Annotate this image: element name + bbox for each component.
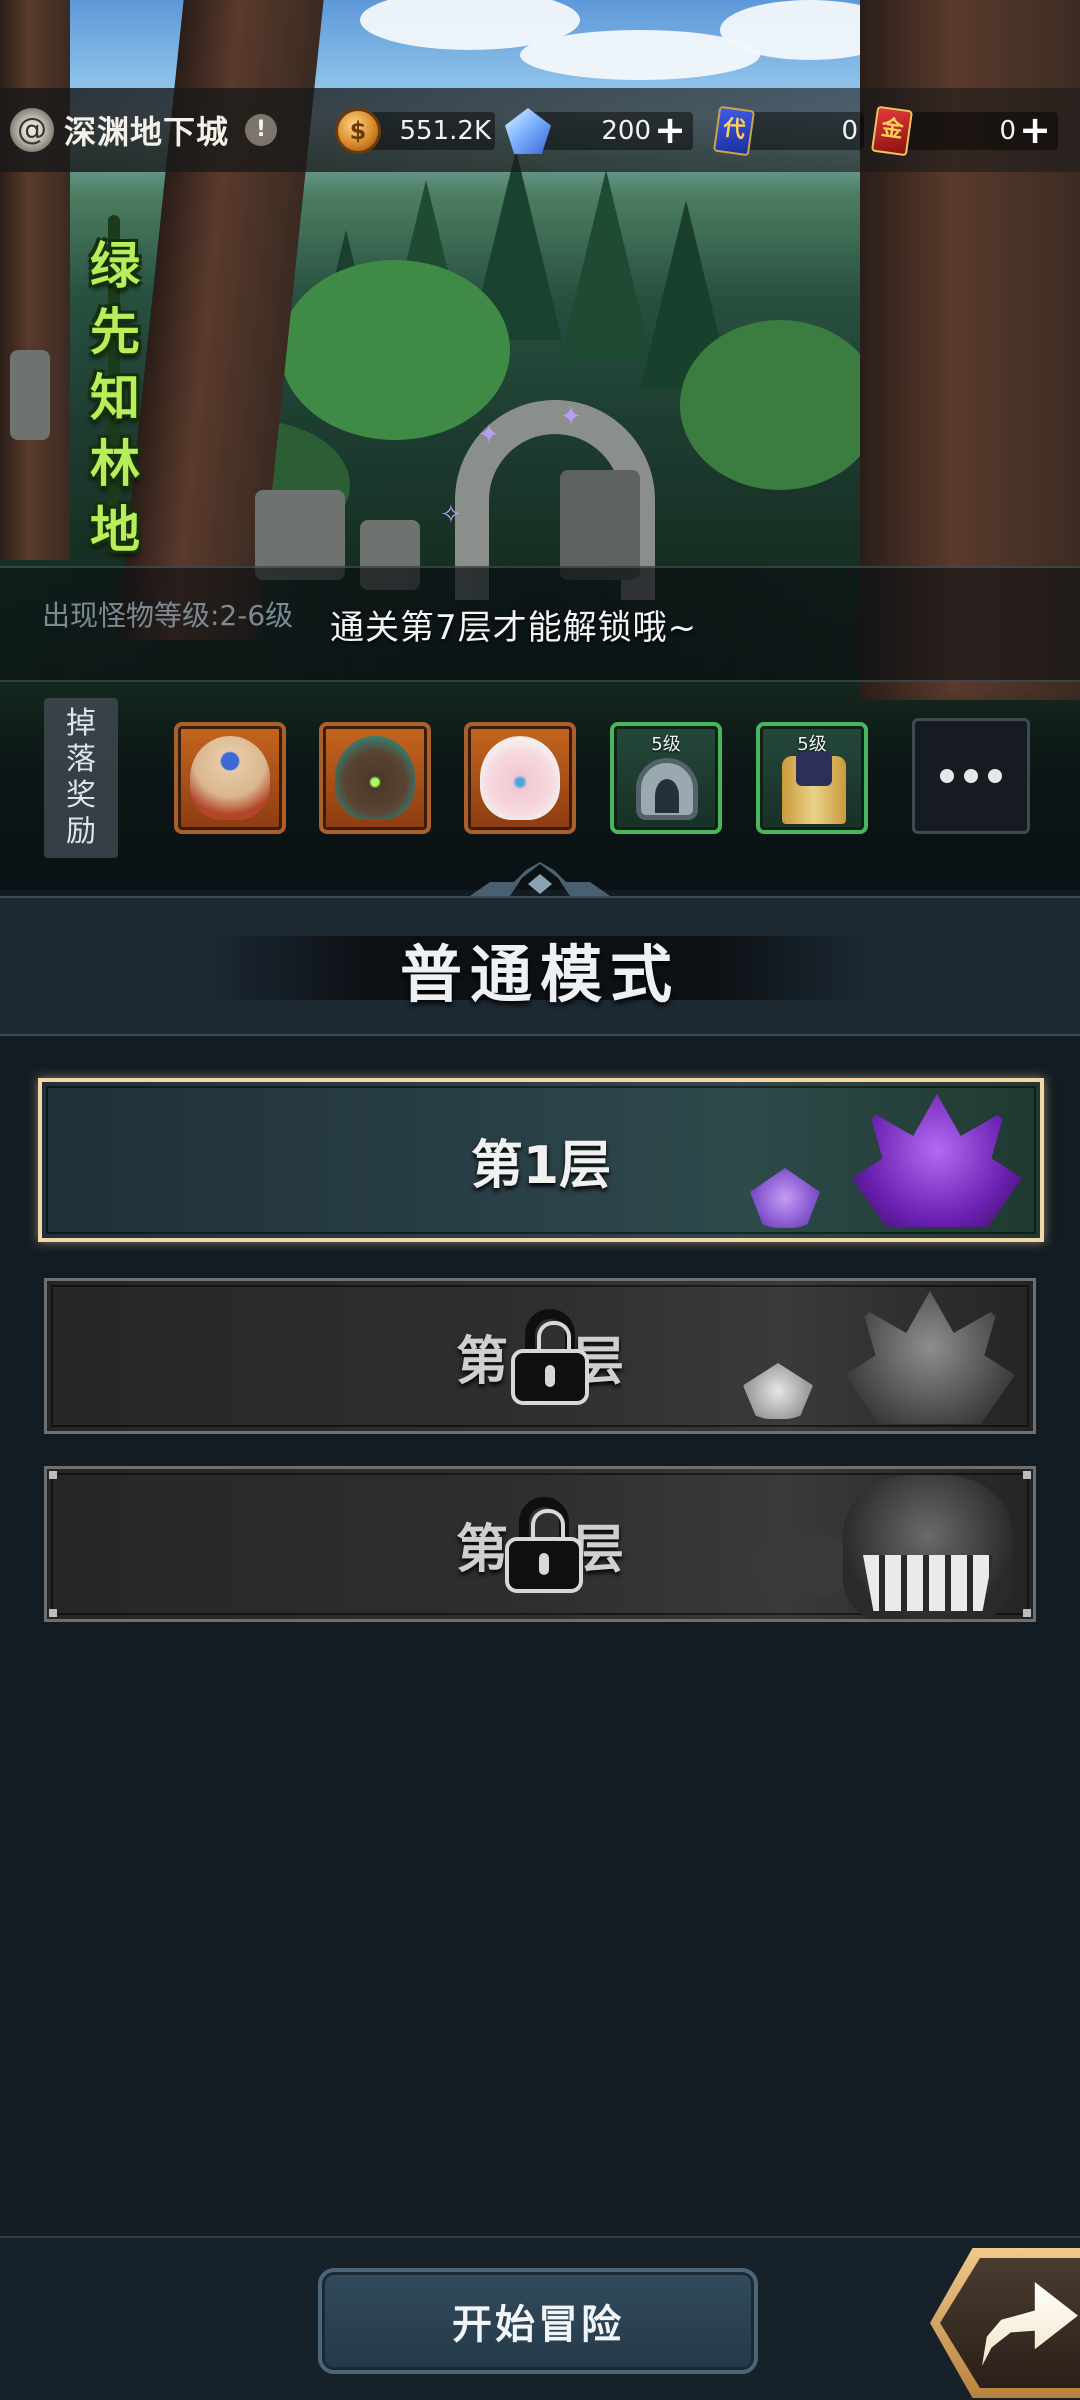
item-level-label: 5级 xyxy=(651,734,681,755)
more-dots-icon xyxy=(940,769,954,783)
reward-equipment-robe[interactable]: 5级 xyxy=(756,722,868,834)
stage-title: 绿 先 知 林 地 xyxy=(60,215,170,559)
lock-icon xyxy=(505,1497,583,1593)
add-red-ticket-button[interactable]: + xyxy=(1018,111,1052,149)
unlock-tip-toast: 通关第7层才能解锁哦~ xyxy=(330,608,698,648)
reward-hero-2[interactable] xyxy=(319,722,431,834)
map-name-group[interactable]: 深渊地下城 ! xyxy=(10,108,278,152)
more-rewards-button[interactable] xyxy=(912,718,1030,834)
exclamation-icon[interactable]: ! xyxy=(245,114,278,146)
diamond-counter: 200 + xyxy=(505,108,695,154)
floor-3-button[interactable]: 第 层 xyxy=(44,1466,1036,1622)
gold-value: 551.2K xyxy=(399,116,491,146)
hood-equipment-icon xyxy=(636,758,698,820)
hero-portrait-icon xyxy=(480,736,560,820)
dungeon-swirl-icon xyxy=(10,108,54,152)
blue-ticket-value: 0 xyxy=(841,116,858,146)
robe-equipment-icon xyxy=(782,752,846,824)
red-ticket-value: 0 xyxy=(999,116,1016,146)
share-button[interactable] xyxy=(930,2248,1080,2398)
start-adventure-label: 开始冒险 xyxy=(452,2302,624,2348)
monster-level-text: 出现怪物等级:2-6级 xyxy=(42,599,294,632)
floor-1-label: 第1层 xyxy=(470,1135,612,1196)
floor-2-button[interactable]: 第 层 xyxy=(44,1278,1036,1434)
header-ornament xyxy=(470,862,610,896)
reward-hero-3[interactable] xyxy=(464,722,576,834)
gold-counter: 551.2K xyxy=(335,108,495,154)
mode-title: 普通模式 xyxy=(399,938,680,1011)
add-diamond-button[interactable]: + xyxy=(653,111,687,149)
start-adventure-button[interactable]: 开始冒险 xyxy=(318,2268,758,2374)
red-ticket-icon: 金 xyxy=(870,105,914,157)
reward-hero-1[interactable] xyxy=(174,722,286,834)
hero-portrait-icon xyxy=(335,736,415,820)
blue-ticket-icon: 代 xyxy=(712,105,756,157)
diamond-value: 200 xyxy=(601,116,651,146)
floor-1-button[interactable]: 第1层 xyxy=(38,1078,1044,1242)
red-ticket-counter: 金 0 + xyxy=(870,105,1060,157)
drop-rewards-label: 掉 落 奖 励 xyxy=(44,698,118,858)
map-name-label: 深渊地下城 xyxy=(64,113,230,151)
lock-icon xyxy=(511,1309,589,1405)
reward-equipment-hood[interactable]: 5级 xyxy=(610,722,722,834)
hero-portrait-icon xyxy=(190,736,270,820)
blue-ticket-counter: 代 0 xyxy=(712,105,864,157)
gold-coin-icon xyxy=(335,108,381,154)
